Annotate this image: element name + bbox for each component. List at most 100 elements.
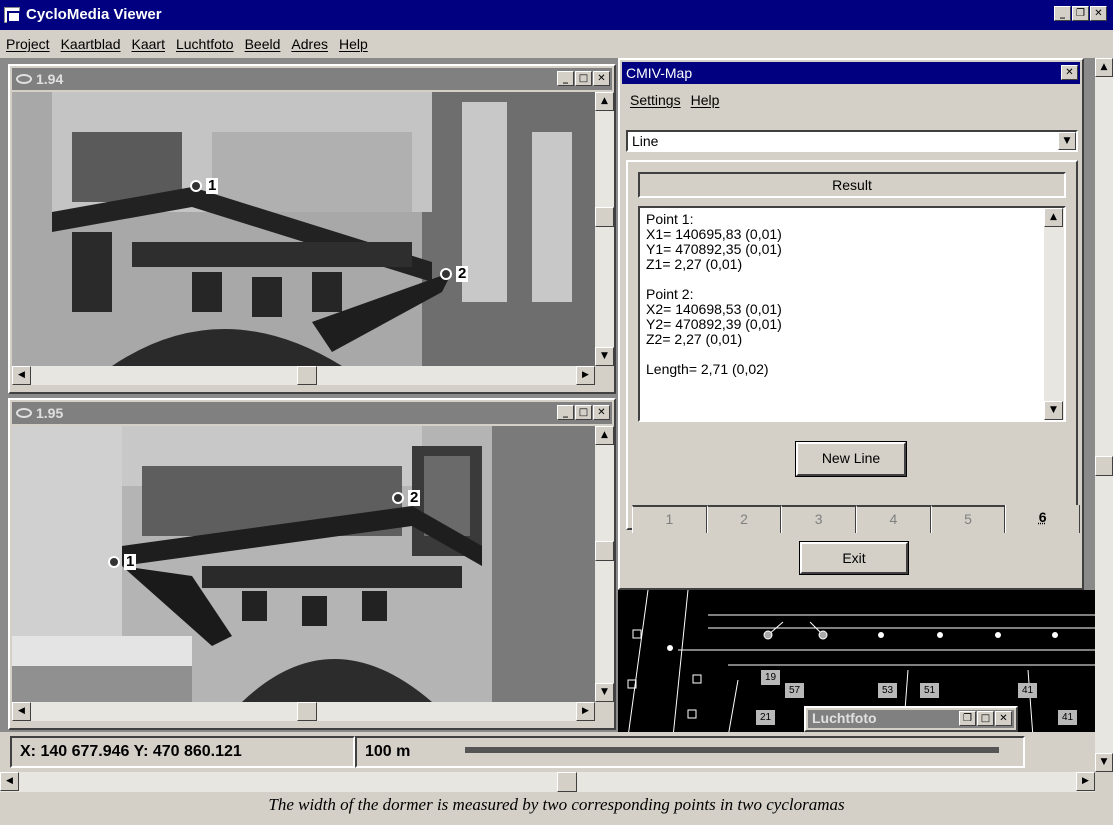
menu-beeld[interactable]: Beeld xyxy=(245,36,281,52)
tab-2[interactable]: 2 xyxy=(706,505,782,533)
horizontal-scrollbar[interactable]: ◀ ▶ xyxy=(12,366,595,385)
scroll-thumb[interactable] xyxy=(297,702,317,721)
main-vertical-scrollbar[interactable]: ▲ ▼ xyxy=(1095,58,1113,772)
scroll-up-button[interactable]: ▲ xyxy=(595,426,614,445)
point-marker-icon xyxy=(190,180,202,192)
tab-3[interactable]: 3 xyxy=(781,505,857,533)
scroll-thumb[interactable] xyxy=(595,207,614,227)
result-line: Y1= 470892,35 (0,01) xyxy=(646,241,782,257)
app-icon[interactable] xyxy=(4,7,21,23)
cyclorama-2-title-bar[interactable]: 1.95 _ □ ✕ xyxy=(12,402,612,424)
minimize-button[interactable]: _ xyxy=(557,71,574,86)
result-textbox[interactable]: Point 1: X1= 140695,83 (0,01) Y1= 470892… xyxy=(638,206,1066,422)
result-line: Y2= 470892,39 (0,01) xyxy=(646,316,782,332)
map-label: 51 xyxy=(920,683,940,698)
main-horizontal-scrollbar[interactable]: ◀ ▶ xyxy=(0,772,1095,792)
close-button[interactable]: ✕ xyxy=(1090,6,1107,21)
close-button[interactable]: ✕ xyxy=(593,71,610,86)
scroll-right-button[interactable]: ▶ xyxy=(576,702,595,721)
result-line: X1= 140695,83 (0,01) xyxy=(646,226,782,242)
luchtfoto-window: Luchtfoto ❐ □ ✕ xyxy=(804,706,1018,732)
point-marker-icon xyxy=(392,492,404,504)
map-label: 57 xyxy=(785,683,805,698)
scroll-down-button[interactable]: ▼ xyxy=(1044,401,1063,420)
measure-point-2[interactable]: 2 xyxy=(392,489,421,506)
scroll-left-button[interactable]: ◀ xyxy=(12,366,31,385)
scroll-left-button[interactable]: ◀ xyxy=(12,702,31,721)
tab-4[interactable]: 4 xyxy=(856,505,931,533)
measure-point-1[interactable]: 1 xyxy=(190,178,219,194)
new-line-button[interactable]: New Line xyxy=(795,441,907,477)
scroll-down-button[interactable]: ▼ xyxy=(1095,753,1113,772)
maximize-button[interactable]: □ xyxy=(575,405,592,420)
app-title-bar: CycloMedia Viewer _ ❐ ✕ xyxy=(0,0,1113,30)
exit-button[interactable]: Exit xyxy=(799,541,909,575)
restore-button[interactable]: ❐ xyxy=(1072,6,1089,21)
app-window-controls: _ ❐ ✕ xyxy=(1054,6,1107,21)
scroll-thumb[interactable] xyxy=(557,772,577,792)
mode-select-value: Line xyxy=(632,133,659,149)
close-button[interactable]: ✕ xyxy=(995,711,1012,726)
menu-help[interactable]: Help xyxy=(339,36,368,52)
result-blank-line xyxy=(646,272,1058,287)
menu-adres[interactable]: Adres xyxy=(291,36,328,52)
point-label: 2 xyxy=(408,489,421,506)
scroll-down-button[interactable]: ▼ xyxy=(595,683,614,702)
cyclorama-1-window-controls: _ □ ✕ xyxy=(557,71,610,86)
point-label: 2 xyxy=(456,265,469,282)
cmiv-map-window: CMIV-Map ✕ Settings Help Line ▼ Result P… xyxy=(618,58,1084,590)
minimize-button[interactable]: _ xyxy=(1054,6,1071,21)
result-scrollbar[interactable]: ▲ ▼ xyxy=(1044,208,1064,420)
vertical-scrollbar[interactable]: ▲ ▼ xyxy=(595,92,614,366)
measure-point-1[interactable]: 1 xyxy=(108,554,137,570)
maximize-button[interactable]: □ xyxy=(977,711,994,726)
point-marker-icon xyxy=(108,556,120,568)
scale-label: 100 m xyxy=(365,743,411,760)
scroll-thumb[interactable] xyxy=(595,541,614,561)
cyclorama-photo-2[interactable]: 1 2 xyxy=(12,426,595,702)
menu-kaart[interactable]: Kaart xyxy=(132,36,165,52)
menu-help[interactable]: Help xyxy=(691,92,720,108)
tab-5[interactable]: 5 xyxy=(930,505,1006,533)
menu-bar: Project Kaartblad Kaart Luchtfoto Beeld … xyxy=(0,30,1113,58)
map-label: 41 xyxy=(1018,683,1038,698)
map-label: 41 xyxy=(1058,710,1078,725)
measure-point-2[interactable]: 2 xyxy=(440,265,469,282)
menu-luchtfoto[interactable]: Luchtfoto xyxy=(176,36,234,52)
luchtfoto-title-bar[interactable]: Luchtfoto ❐ □ ✕ xyxy=(808,710,1014,728)
map-label: 19 xyxy=(761,670,781,685)
app-title: CycloMedia Viewer xyxy=(26,6,162,23)
close-button[interactable]: ✕ xyxy=(593,405,610,420)
chevron-down-icon[interactable]: ▼ xyxy=(1058,132,1076,150)
restore-button[interactable]: ❐ xyxy=(959,711,976,726)
menu-project[interactable]: Project xyxy=(6,36,50,52)
luchtfoto-title: Luchtfoto xyxy=(812,710,877,726)
luchtfoto-window-controls: ❐ □ ✕ xyxy=(959,711,1012,726)
scroll-up-button[interactable]: ▲ xyxy=(595,92,614,111)
scroll-thumb[interactable] xyxy=(297,366,317,385)
close-button[interactable]: ✕ xyxy=(1061,65,1078,80)
scroll-thumb[interactable] xyxy=(1095,456,1113,476)
scroll-right-button[interactable]: ▶ xyxy=(576,366,595,385)
result-line: Point 2: xyxy=(646,286,694,302)
scroll-up-button[interactable]: ▲ xyxy=(1044,208,1063,227)
horizontal-scrollbar[interactable]: ◀ ▶ xyxy=(12,702,595,721)
scroll-down-button[interactable]: ▼ xyxy=(595,347,614,366)
minimize-button[interactable]: _ xyxy=(557,405,574,420)
menu-kaartblad[interactable]: Kaartblad xyxy=(61,36,121,52)
tab-1[interactable]: 1 xyxy=(632,505,707,533)
cmiv-title-bar[interactable]: CMIV-Map ✕ xyxy=(622,62,1080,84)
cyclorama-photo-1[interactable]: 1 2 xyxy=(12,92,595,366)
cyclorama-1-title-bar[interactable]: 1.94 _ □ ✕ xyxy=(12,68,612,90)
scroll-left-button[interactable]: ◀ xyxy=(0,772,19,791)
coordinate-readout: X: 140 677.946 Y: 470 860.121 xyxy=(10,736,355,768)
menu-settings[interactable]: Settings xyxy=(630,92,681,108)
mode-select[interactable]: Line ▼ xyxy=(626,130,1078,152)
maximize-button[interactable]: □ xyxy=(575,71,592,86)
vertical-scrollbar[interactable]: ▲ ▼ xyxy=(595,426,614,702)
figure-caption: The width of the dormer is measured by t… xyxy=(268,795,845,814)
scroll-up-button[interactable]: ▲ xyxy=(1095,58,1113,77)
scroll-right-button[interactable]: ▶ xyxy=(1076,772,1095,791)
tab-6[interactable]: 6 xyxy=(1005,505,1081,533)
cmiv-title: CMIV-Map xyxy=(626,65,693,81)
